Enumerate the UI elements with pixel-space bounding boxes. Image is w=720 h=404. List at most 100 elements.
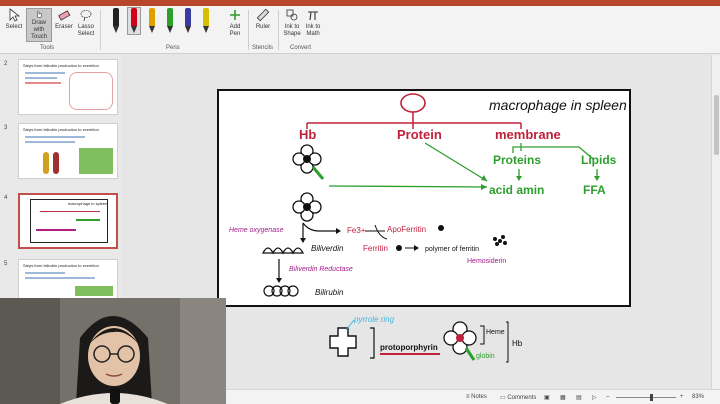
globin-label: globin [476,353,495,360]
hb-molecule-icon [292,144,325,180]
vertical-scrollbar[interactable] [711,55,720,389]
slide-thumbnails-pane: 2 Steps from bilirubin production to exc… [0,55,122,315]
reading-view-icon[interactable]: ▤ [576,394,582,401]
pen-tip [167,26,173,33]
thumbnail-number: 2 [4,61,8,67]
ribbon-separator [278,10,279,50]
thumbnail-text-line [76,219,100,221]
comments-button[interactable]: ▭ Comments [500,394,536,401]
thumbnail-slide-3[interactable]: 3 Steps from bilirubin production to exc… [4,123,120,181]
thumbnail-number: 5 [4,261,8,267]
stencils-group-label: Stencils [252,45,274,51]
pen-tip [113,26,119,33]
hemosiderin-cluster-icon [493,235,507,246]
eraser-icon [58,10,71,21]
shapes-icon [286,9,298,21]
zoom-slider-track[interactable] [616,397,676,398]
zoom-slider-thumb[interactable] [650,394,653,401]
thumbnail-image: Steps from bilirubin production to excre… [18,123,118,179]
acid-amin-label: acid amin [489,183,544,197]
lasso-select-label: Lasso Select [77,24,95,37]
heme-globin-molecule-icon [443,321,477,361]
pointer-line [345,319,355,331]
thumbnail-drawing [53,152,59,174]
pen-6-button[interactable] [200,8,212,34]
hb-label-below: Hb [512,339,523,348]
convert-group-label: Convert [290,45,312,51]
thumbnail-slide-2[interactable]: 2 Steps from bilirubin production to exc… [4,59,120,117]
notes-button[interactable]: ≡ Notes [466,394,487,400]
pi-icon [308,11,318,21]
protoporphyrin-label: protoporphyrin [380,343,438,352]
thumbnail-title: macrophage in spleen [68,201,108,206]
pen-1-button[interactable] [110,8,122,34]
select-arrow-icon [9,8,21,22]
pen-tip [149,26,155,33]
heme-oxygenase-label: Heme oxygenase [229,227,284,234]
plus-icon [230,10,240,20]
pyrrole-ring-icon [329,327,357,357]
zoom-in-icon[interactable]: + [680,394,684,400]
ffa-label: FFA [583,183,606,197]
protein-label: Protein [397,127,442,142]
pen-5-button[interactable] [182,8,194,34]
powerpoint-window: Select Draw with Touch Eraser Lasso Sele… [0,0,720,404]
arrowhead [336,228,341,234]
pen-4-button[interactable] [164,8,176,34]
zoom-level[interactable]: 83% [692,394,704,400]
ink-to-math-button[interactable]: Ink to Math [304,8,322,38]
biliverdin-chain-icon [261,247,305,255]
ink-to-math-label: Ink to Math [305,24,321,37]
comments-label: Comments [507,395,537,401]
draw-with-touch-label: Draw with Touch [30,20,47,40]
select-label: Select [5,24,23,30]
eraser-button[interactable]: Eraser [54,8,74,31]
presenter-video [0,298,226,404]
pen-tip [131,26,137,33]
thumbnail-drawing [75,286,113,296]
arrowhead [594,176,600,181]
arrow [374,224,388,240]
normal-view-icon[interactable]: ▣ [544,394,550,401]
thumbnail-image: macrophage in spleen [18,193,118,249]
pen-2-button[interactable] [127,7,141,35]
slideshow-icon[interactable]: ▷ [592,394,597,401]
lasso-select-button[interactable]: Lasso Select [76,8,96,38]
pen-icon [167,8,173,26]
tools-group-label: Tools [40,45,55,51]
thumbnail-title: Steps from bilirubin production to excre… [23,127,99,132]
pen-icon [131,8,137,26]
zoom-out-icon[interactable]: – [606,394,609,400]
select-button[interactable]: Select [4,8,24,31]
arrowhead [516,176,522,181]
thumbnail-text-line [40,211,100,212]
webcam-video-overlay [0,298,226,404]
lipids-label: Lipids [581,153,617,167]
lasso-icon [80,10,92,22]
ruler-button[interactable]: Ruler [253,8,273,31]
slide-sorter-icon[interactable]: ▦ [560,394,566,401]
thumbnail-text-line [36,229,76,231]
hemosiderin-label: Hemosiderin [467,258,506,265]
ink-to-shape-button[interactable]: Ink to Shape [282,8,302,38]
biliverdin-reductase-label: Biliverdin Reductase [289,266,353,273]
ribbon-separator [248,10,249,50]
ferritin-label: Ferritin [363,244,388,253]
membrane-label: membrane [495,127,561,142]
ribbon-separator [100,10,101,50]
cell-circle [400,93,426,113]
scrollbar-thumb[interactable] [714,95,719,155]
current-slide[interactable]: macrophage in spleen Hb Protein membrane [217,89,631,307]
arrow [424,142,488,182]
thumbnail-text-line [25,277,95,279]
arrow [302,222,337,232]
bracket [370,327,375,359]
add-pen-button[interactable]: Add Pen [226,8,244,38]
draw-with-touch-button[interactable]: Draw with Touch [26,8,52,42]
thumbnail-text-line [25,141,75,143]
thumbnail-number: 4 [4,195,8,201]
thumbnail-slide-4-selected[interactable]: 4 macrophage in spleen [4,193,120,251]
ruler-label: Ruler [255,24,271,30]
pen-3-button[interactable] [146,8,158,34]
proteins-label: Proteins [493,153,541,167]
